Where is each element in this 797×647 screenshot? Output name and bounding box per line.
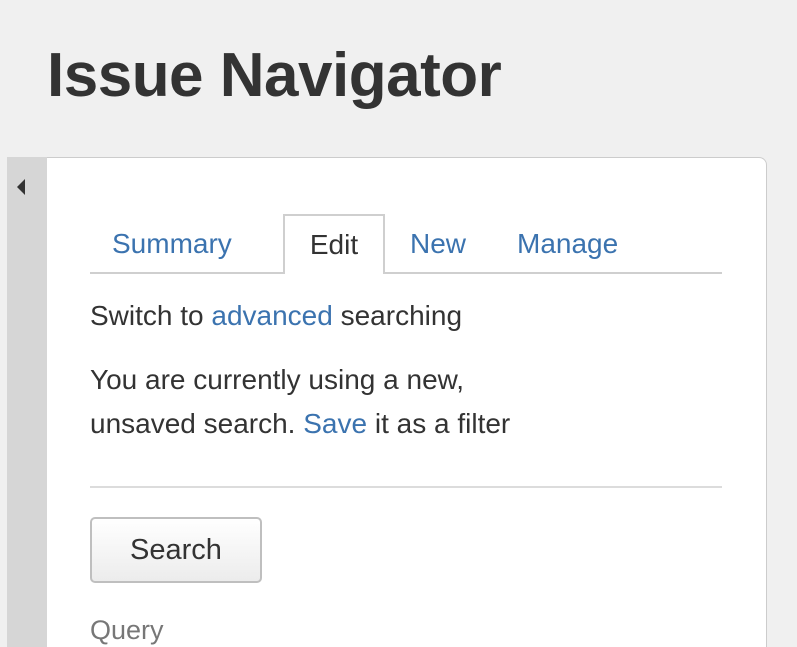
tab-new[interactable]: New (410, 214, 466, 272)
tab-edit[interactable]: Edit (283, 214, 385, 274)
sidebar-collapse-strip (7, 157, 47, 647)
search-status-prefix: unsaved search. (90, 408, 296, 439)
collapse-sidebar-button[interactable] (7, 157, 47, 217)
tab-summary[interactable]: Summary (112, 214, 232, 272)
search-status-line-2: unsaved search. Save it as a filter (90, 402, 510, 446)
tab-manage[interactable]: Manage (517, 214, 618, 272)
page-title: Issue Navigator (47, 41, 502, 110)
query-label: Query (90, 615, 164, 645)
switch-mode-prefix: Switch to (90, 300, 204, 331)
arrow-left-icon (17, 179, 25, 195)
search-button[interactable]: Search (90, 517, 262, 583)
issue-navigator-page: Issue Navigator Summary Edit New Manage … (0, 0, 797, 647)
switch-mode-suffix: searching (340, 300, 463, 331)
advanced-search-link[interactable]: advanced (211, 300, 332, 331)
filter-panel: Summary Edit New Manage Switch to advanc… (47, 157, 767, 647)
search-status-line-1: You are currently using a new, (90, 364, 465, 395)
save-filter-link[interactable]: Save (303, 408, 367, 439)
divider (90, 486, 722, 488)
switch-mode-text: Switch to advanced searching (90, 294, 462, 338)
navigator-tabs: Summary Edit New Manage (90, 214, 722, 274)
search-status-suffix: it as a filter (374, 408, 511, 439)
